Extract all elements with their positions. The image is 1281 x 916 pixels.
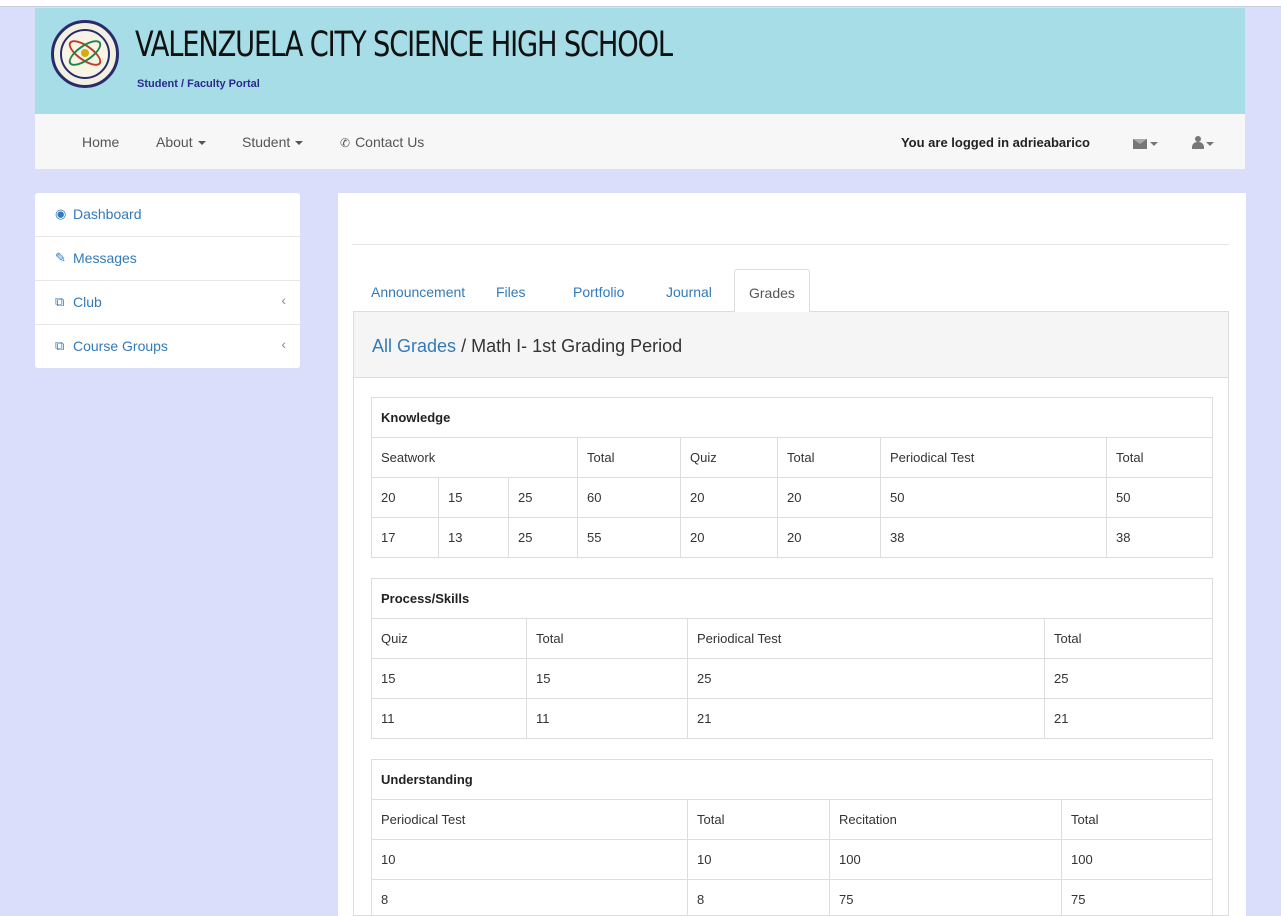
column-header: Total	[1060, 799, 1214, 840]
logged-in-status: You are logged in adrieabarico	[900, 135, 1090, 150]
table-row: 8 8 75 75	[371, 879, 1214, 916]
column-header: Total	[1105, 437, 1214, 478]
breadcrumb: All Grades / Math I- 1st Grading Period	[372, 336, 683, 356]
nav-student-dropdown[interactable]: Student	[242, 134, 304, 150]
column-header: Periodical Test	[371, 799, 688, 840]
grades-panel: All Grades / Math I- 1st Grading Period …	[353, 312, 1229, 916]
table-row: 10 10 100 100	[371, 839, 1214, 880]
panel-heading: All Grades / Math I- 1st Grading Period	[354, 312, 1228, 378]
phone-icon: ✆	[340, 136, 351, 150]
chevron-left-icon: ‹	[281, 336, 286, 352]
table-title: Knowledge	[370, 397, 1214, 438]
table-row: 11 11 21 21	[371, 698, 1214, 739]
user-caret-icon[interactable]	[1206, 142, 1214, 146]
sidebar-item-dashboard[interactable]: ◉ Dashboard	[35, 193, 300, 237]
column-header: Periodical Test	[687, 618, 1045, 659]
nav-home[interactable]: Home	[82, 134, 119, 150]
all-grades-link[interactable]: All Grades	[372, 336, 456, 356]
process-skills-table: Process/Skills Quiz Total Periodical Tes…	[370, 578, 1214, 739]
tab-journal[interactable]: Journal	[666, 269, 712, 312]
chevron-left-icon: ‹	[281, 292, 286, 308]
column-header: Total	[1043, 618, 1214, 659]
dashboard-icon: ◉	[55, 206, 67, 221]
column-header: Total	[526, 618, 688, 659]
table-row: 15 15 25 25	[371, 658, 1214, 699]
envelope-icon[interactable]	[1133, 139, 1147, 149]
table-title: Understanding	[370, 759, 1214, 800]
column-header: Total	[577, 437, 681, 478]
column-header: Quiz	[680, 437, 778, 478]
column-header: Seatwork	[371, 437, 578, 478]
nav-about-dropdown[interactable]: About	[156, 134, 206, 150]
user-icon[interactable]	[1192, 136, 1204, 149]
sidebar-item-messages[interactable]: ✎ Messages	[35, 237, 300, 281]
understanding-table: Understanding Periodical Test Total Reci…	[370, 759, 1214, 916]
sidebar-item-club[interactable]: ⧉ Club ‹	[35, 281, 300, 325]
school-name: VALENZUELA CITY SCIENCE HIGH SCHOOL	[135, 25, 673, 65]
copy-icon: ⧉	[55, 294, 65, 309]
navbar: Home About Student ✆ Contact Us You are l…	[35, 114, 1245, 170]
school-logo	[51, 20, 119, 88]
table-row: 17 13 25 55 20 20 38 38	[371, 517, 1214, 558]
main-content: Announcement Files Portfolio Journal Gra…	[338, 193, 1246, 916]
messages-caret-icon[interactable]	[1150, 142, 1158, 146]
sidebar: ◉ Dashboard ✎ Messages ⧉ Club ‹ ⧉ Course…	[35, 193, 300, 368]
column-header: Periodical Test	[880, 437, 1107, 478]
tab-portfolio[interactable]: Portfolio	[573, 269, 624, 312]
copy-icon: ⧉	[55, 338, 65, 353]
nav-contact-us[interactable]: ✆ Contact Us	[340, 134, 424, 150]
caret-down-icon	[295, 141, 304, 146]
window-top-border	[0, 0, 1281, 7]
tab-files[interactable]: Files	[496, 269, 526, 312]
tab-bar: Announcement Files Portfolio Journal Gra…	[353, 269, 1229, 313]
edit-icon: ✎	[55, 250, 66, 265]
header-banner: VALENZUELA CITY SCIENCE HIGH SCHOOL Stud…	[35, 8, 1245, 114]
table-row: 20 15 25 60 20 20 50 50	[371, 477, 1214, 518]
tab-announcement[interactable]: Announcement	[371, 269, 465, 312]
column-header: Total	[687, 799, 830, 840]
column-header: Total	[777, 437, 881, 478]
caret-down-icon	[197, 141, 206, 146]
knowledge-table: Knowledge Seatwork Total Quiz Total Peri…	[370, 397, 1214, 558]
column-header: Recitation	[829, 799, 1062, 840]
divider	[352, 244, 1229, 245]
tab-grades[interactable]: Grades	[734, 269, 810, 313]
portal-subtitle: Student / Faculty Portal	[137, 78, 260, 90]
page-title: Math I- 1st Grading Period	[471, 336, 683, 356]
column-header: Quiz	[371, 618, 527, 659]
table-title: Process/Skills	[370, 578, 1214, 619]
sidebar-item-course-groups[interactable]: ⧉ Course Groups ‹	[35, 325, 300, 369]
